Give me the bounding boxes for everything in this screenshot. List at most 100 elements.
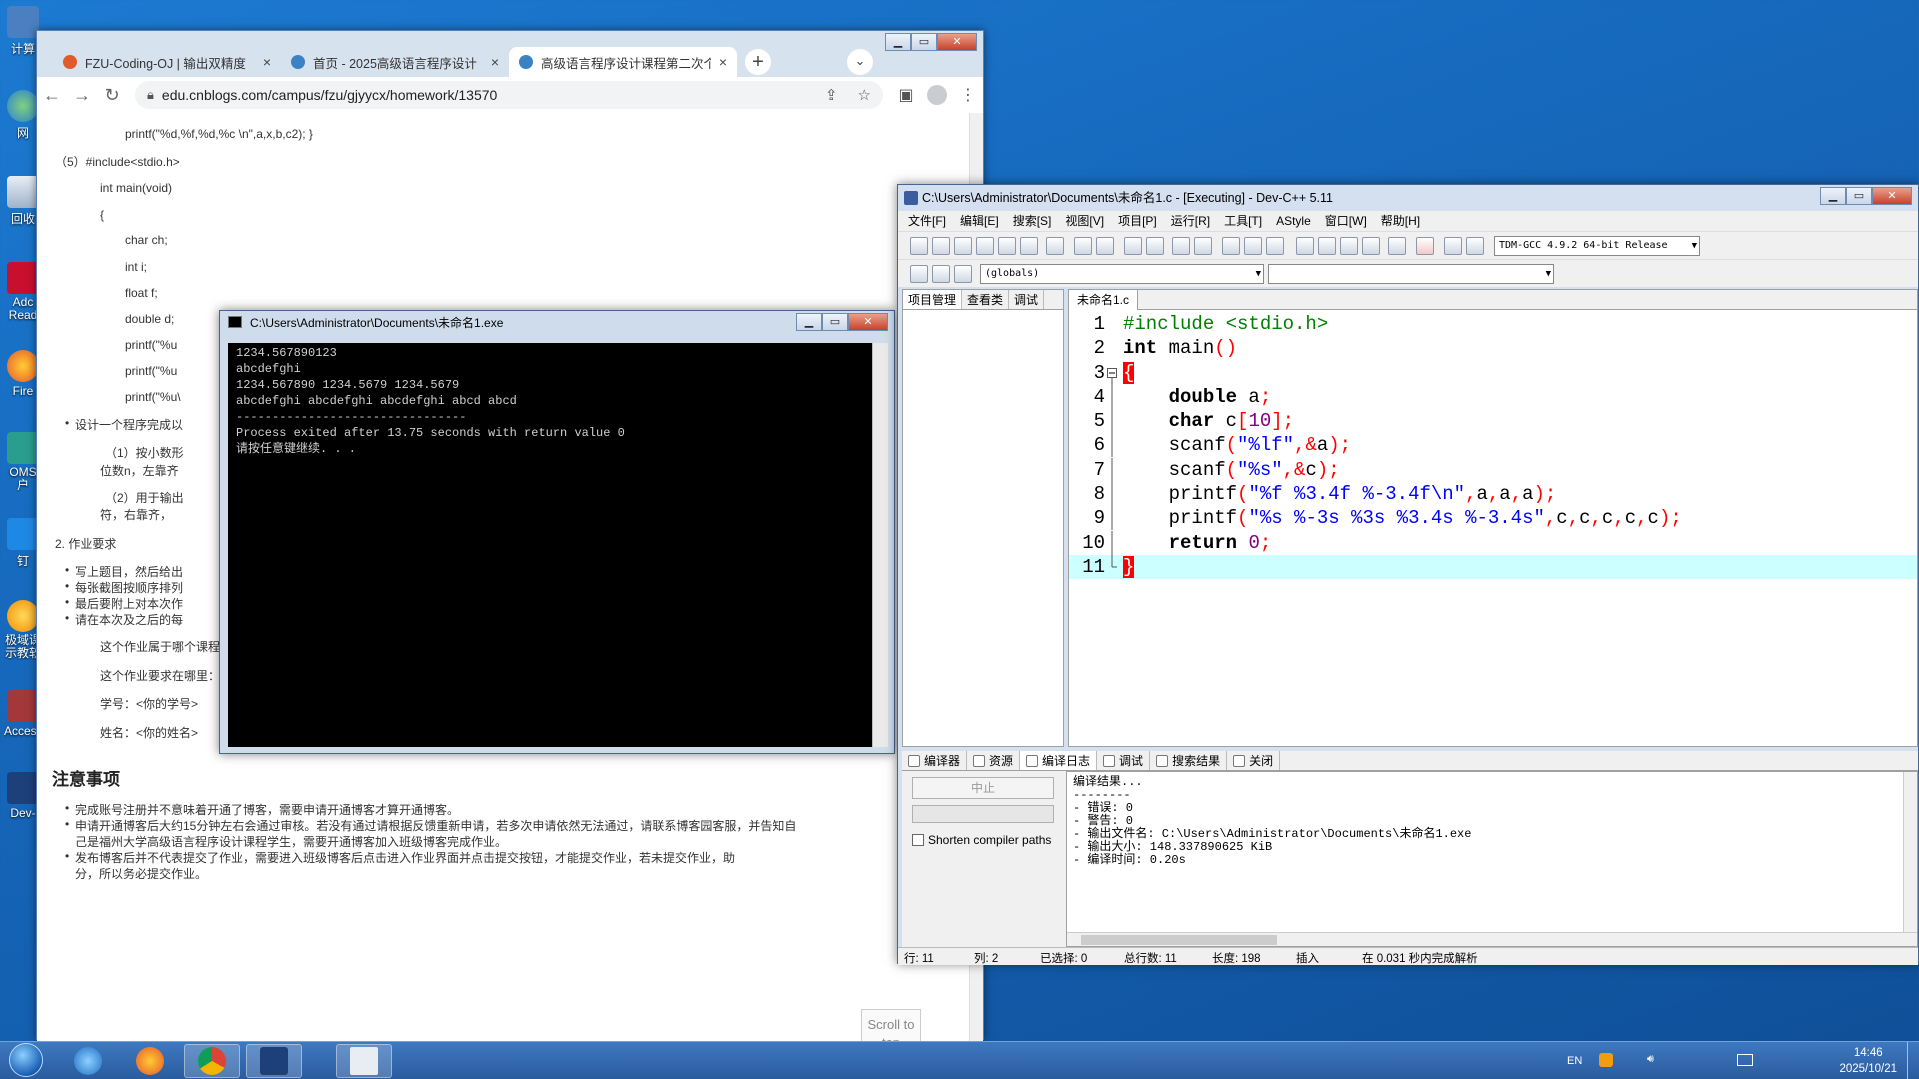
stop-button[interactable]: 中止 [912, 777, 1054, 799]
taskbar-console[interactable] [336, 1044, 392, 1078]
address-bar[interactable]: 🔒︎ edu.cnblogs.com/campus/fzu/gjyycx/hom… [135, 81, 883, 109]
volume-icon[interactable]: 🔊︎ [1647, 1053, 1654, 1066]
url-text[interactable]: edu.cnblogs.com/campus/fzu/gjyycx/homewo… [162, 87, 805, 103]
tray-app-icon[interactable] [1599, 1053, 1613, 1067]
nav-forward-icon[interactable] [1244, 237, 1262, 255]
close-file-icon[interactable] [998, 237, 1016, 255]
goto-icon[interactable] [932, 265, 950, 283]
compile-log-output[interactable]: 编译结果... -------- - 错误: 0 - 警告: 0 - 输出文件名… [1066, 771, 1918, 947]
insert-icon[interactable] [910, 265, 928, 283]
code-editor[interactable]: 未命名1.c 1 #include <stdio.h> 2 int main() 3… [1068, 289, 1918, 747]
menu-search[interactable]: 搜索[S] [1013, 211, 1052, 231]
minimize-button[interactable]: ▁ [885, 33, 911, 51]
tab-class-browser[interactable]: 查看类 [962, 290, 1010, 309]
language-indicator[interactable]: EN [1567, 1055, 1582, 1067]
close-all-icon[interactable] [1020, 237, 1038, 255]
scrollbar-thumb[interactable] [1081, 935, 1277, 945]
tab-resources[interactable]: 资源 [967, 751, 1021, 770]
minimize-button[interactable]: ▁ [1820, 187, 1846, 205]
open-file-icon[interactable] [932, 237, 950, 255]
console-scrollbar[interactable] [872, 343, 888, 747]
replace-icon[interactable] [1146, 237, 1164, 255]
clock[interactable]: 14:46 2025/10/21 [1839, 1045, 1897, 1077]
tab-search-results[interactable]: 搜索结果 [1150, 751, 1228, 770]
tab-homework[interactable]: 高级语言程序设计课程第二次个 × [509, 47, 737, 77]
indent-icon[interactable] [1172, 237, 1190, 255]
save-all-icon[interactable] [976, 237, 994, 255]
tab-compiler[interactable]: 编译器 [902, 751, 968, 770]
stop-execution-icon[interactable] [1416, 237, 1434, 255]
taskbar-devcpp[interactable] [246, 1044, 302, 1078]
network-icon[interactable] [1737, 1054, 1753, 1066]
members-select[interactable]: ▼ [1268, 264, 1554, 284]
menu-tools[interactable]: 工具[T] [1224, 211, 1262, 231]
console-title-bar[interactable]: C:\Users\Administrator\Documents\未命名1.ex… [220, 311, 894, 335]
close-button[interactable]: ✕ [937, 33, 977, 51]
menu-help[interactable]: 帮助[H] [1381, 211, 1420, 231]
bookmark-icon[interactable] [954, 265, 972, 283]
profile-avatar[interactable] [927, 85, 947, 105]
share-icon[interactable]: ⇪ [825, 86, 838, 104]
back-arrow-icon[interactable]: ← [37, 85, 67, 106]
tab-debug-output[interactable]: 调试 [1097, 751, 1151, 770]
save-icon[interactable] [954, 237, 972, 255]
menu-edit[interactable]: 编辑[E] [960, 211, 999, 231]
tab-debug[interactable]: 调试 [1009, 290, 1045, 309]
menu-window[interactable]: 窗口[W] [1325, 211, 1367, 231]
compile-run-icon[interactable] [1340, 237, 1358, 255]
start-button[interactable] [4, 1043, 48, 1079]
menu-astyle[interactable]: AStyle [1276, 211, 1311, 231]
tab-search-chevron-icon[interactable]: ⌄ [847, 49, 873, 75]
close-button[interactable]: ✕ [1872, 187, 1912, 205]
taskbar-ie[interactable] [60, 1044, 116, 1078]
maximize-button[interactable]: ▭ [1846, 187, 1872, 205]
menu-file[interactable]: 文件[F] [908, 211, 946, 231]
menu-project[interactable]: 项目[P] [1118, 211, 1157, 231]
tab-fzu-oj[interactable]: FZU-Coding-OJ | 输出双精度 × [53, 47, 281, 77]
nav-back-icon[interactable] [1222, 237, 1240, 255]
close-button[interactable]: ✕ [848, 313, 888, 331]
show-desktop-button[interactable] [1907, 1042, 1919, 1079]
find-icon[interactable] [1124, 237, 1142, 255]
tab-close-panel[interactable]: 关闭 [1227, 751, 1281, 770]
log-vertical-scrollbar[interactable] [1903, 772, 1917, 934]
run-icon[interactable] [1318, 237, 1336, 255]
toggle-bookmark-icon[interactable] [1266, 237, 1284, 255]
maximize-button[interactable]: ▭ [911, 33, 937, 51]
compiler-select[interactable]: TDM-GCC 4.9.2 64-bit Release ▼ [1494, 236, 1700, 256]
shorten-paths-checkbox[interactable]: Shorten compiler paths [912, 833, 1051, 847]
rebuild-icon[interactable] [1362, 237, 1380, 255]
minimize-button[interactable]: ▁ [796, 313, 822, 331]
tab-project-manager[interactable]: 项目管理 [903, 290, 963, 309]
tab-compile-log[interactable]: 编译日志 [1020, 751, 1098, 770]
taskbar-firefox[interactable] [122, 1044, 178, 1078]
taskbar-chrome[interactable] [184, 1044, 240, 1078]
maximize-button[interactable]: ▭ [822, 313, 848, 331]
checkbox-box[interactable] [912, 834, 924, 846]
console-screen[interactable]: 1234.567890123 abcdefghi 1234.567890 123… [228, 343, 888, 747]
new-tab-button[interactable]: + [745, 49, 771, 75]
reload-icon[interactable]: ↻ [97, 85, 127, 106]
tab-close-icon[interactable]: × [263, 54, 271, 70]
devcpp-title-bar[interactable]: C:\Users\Administrator\Documents\未命名1.c … [898, 185, 1918, 211]
menu-run[interactable]: 运行[R] [1171, 211, 1210, 231]
code-area[interactable]: 1 #include <stdio.h> 2 int main() 3{ 4 dou… [1069, 312, 1917, 580]
log-horizontal-scrollbar[interactable] [1067, 932, 1917, 946]
menu-view[interactable]: 视图[V] [1065, 211, 1104, 231]
redo-icon[interactable] [1096, 237, 1114, 255]
tab-close-icon[interactable]: × [719, 54, 727, 70]
chart-icon[interactable] [1444, 237, 1462, 255]
bookmark-star-icon[interactable]: ☆ [858, 86, 871, 104]
fold-minus-icon[interactable] [1107, 361, 1117, 385]
profile-icon[interactable] [1466, 237, 1484, 255]
more-menu-icon[interactable]: ⋮ [953, 85, 983, 105]
tab-close-icon[interactable]: × [491, 54, 499, 70]
tab-homepage[interactable]: 首页 - 2025高级语言程序设计 × [281, 47, 509, 77]
scope-select[interactable]: (globals) ▼ [980, 264, 1264, 284]
unindent-icon[interactable] [1194, 237, 1212, 255]
syntax-check-icon[interactable] [1388, 237, 1406, 255]
side-panel-icon[interactable]: ▣ [891, 85, 921, 105]
compile-icon[interactable] [1296, 237, 1314, 255]
editor-tab-file[interactable]: 未命名1.c [1069, 290, 1139, 310]
new-file-icon[interactable] [910, 237, 928, 255]
